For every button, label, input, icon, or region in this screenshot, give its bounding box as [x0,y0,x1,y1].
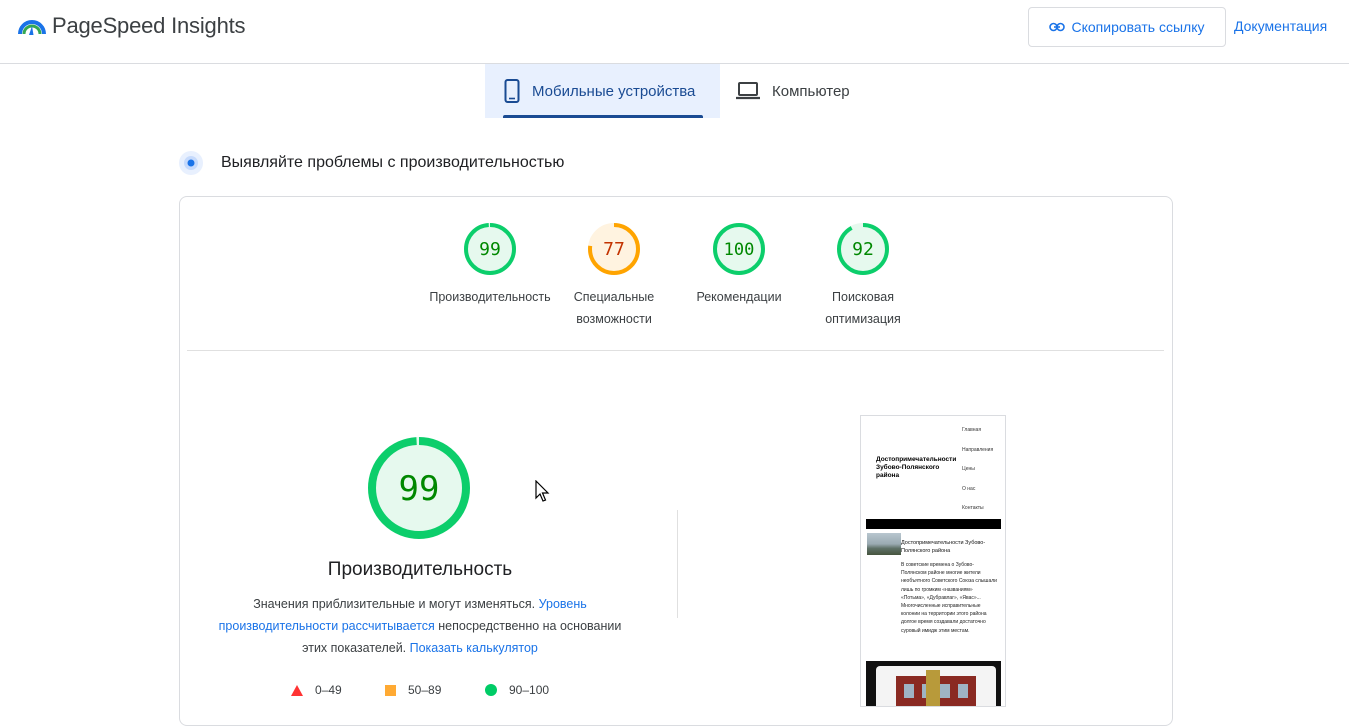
pagespeed-logo-icon [18,20,46,35]
gauge-seo[interactable]: 92 Поисковая оптимизация [793,222,933,330]
tab-mobile[interactable]: Мобильные устройства [485,64,720,118]
mouse-cursor-icon [535,480,550,502]
svg-text:100: 100 [724,240,755,260]
performance-title: Производительность [327,559,513,580]
gauge-ring: 92 [837,223,889,275]
legend-label: 90–100 [509,683,550,697]
square-icon [385,684,396,696]
thumb-nav-item: Цены [962,466,975,472]
svg-text:99: 99 [479,239,501,260]
gauge-ring: 99 [464,223,516,275]
gauge-ring: 100 [713,223,765,275]
thumb-site-title: Достопримечательности Зубово-Полянского … [876,456,957,479]
gauge-label: Специальные возможности [573,290,655,326]
legend-label: 0–49 [315,683,342,697]
gauge-ring: 77 [588,223,640,275]
thumb-nav-bar [866,519,1001,529]
link-icon [1049,22,1066,32]
gauge-best-practices[interactable]: 100 Рекомендации [669,222,809,308]
legend-average: 50–89 [385,682,441,698]
top-bar: PageSpeed Insights Скопировать ссылку До… [0,0,1349,64]
thumb-nav-item: Главная [962,427,982,433]
page-screenshot-thumbnail: Достопримечательности Зубово-Полянского … [860,415,1006,707]
section-heading: Выявляйте проблемы с производительностью [221,154,565,171]
show-calculator-link[interactable]: Показать калькулятор [410,641,538,655]
gauge-label: Производительность [429,290,551,304]
legend-fail: 0–49 [291,682,342,698]
triangle-icon [291,684,303,696]
diagnose-icon [179,151,203,175]
thumb-photo-building [876,666,996,706]
tab-mobile-label: Мобильные устройства [532,82,696,100]
tab-desktop[interactable]: Компьютер [736,64,876,118]
legend-pass: 90–100 [485,682,549,698]
active-tab-indicator [503,115,703,118]
tab-desktop-label: Компьютер [772,82,850,100]
thumb-article-title: Достопримечательности Зубово-Полянского … [901,540,986,554]
thumb-nav-item: Направления [962,447,994,453]
card-divider [187,350,1164,351]
smartphone-icon [504,79,520,103]
thumb-nav-item: О нас [962,486,976,492]
svg-text:99: 99 [399,469,440,509]
thumb-article-image [867,533,901,555]
thumb-article-text: В советские времена о Зубово-Полянском р… [901,562,997,634]
performance-big-gauge: 99 [368,437,470,539]
legend-label: 50–89 [408,683,442,697]
gauge-label: Рекомендации [696,290,782,304]
gauge-label: Поисковая оптимизация [825,290,901,326]
svg-text:77: 77 [603,239,625,260]
copy-link-button[interactable]: Скопировать ссылку [1028,7,1226,47]
performance-description: Значения приблизительные и могут изменят… [205,593,635,659]
laptop-icon [736,82,760,100]
desc-text: Значения приблизительные и могут изменят… [253,597,539,611]
circle-icon [485,684,497,696]
documentation-link[interactable]: Документация [1234,18,1327,34]
thumb-photo [866,661,1001,706]
thumb-nav-item: Контакты [962,505,984,511]
copy-link-label: Скопировать ссылку [1071,19,1205,35]
vertical-divider [677,510,678,618]
svg-text:92: 92 [852,239,874,260]
gauge-performance[interactable]: 99 Производительность [420,222,560,308]
gauge-accessibility[interactable]: 77 Специальные возможности [544,222,684,330]
app-title: PageSpeed Insights [52,13,246,38]
